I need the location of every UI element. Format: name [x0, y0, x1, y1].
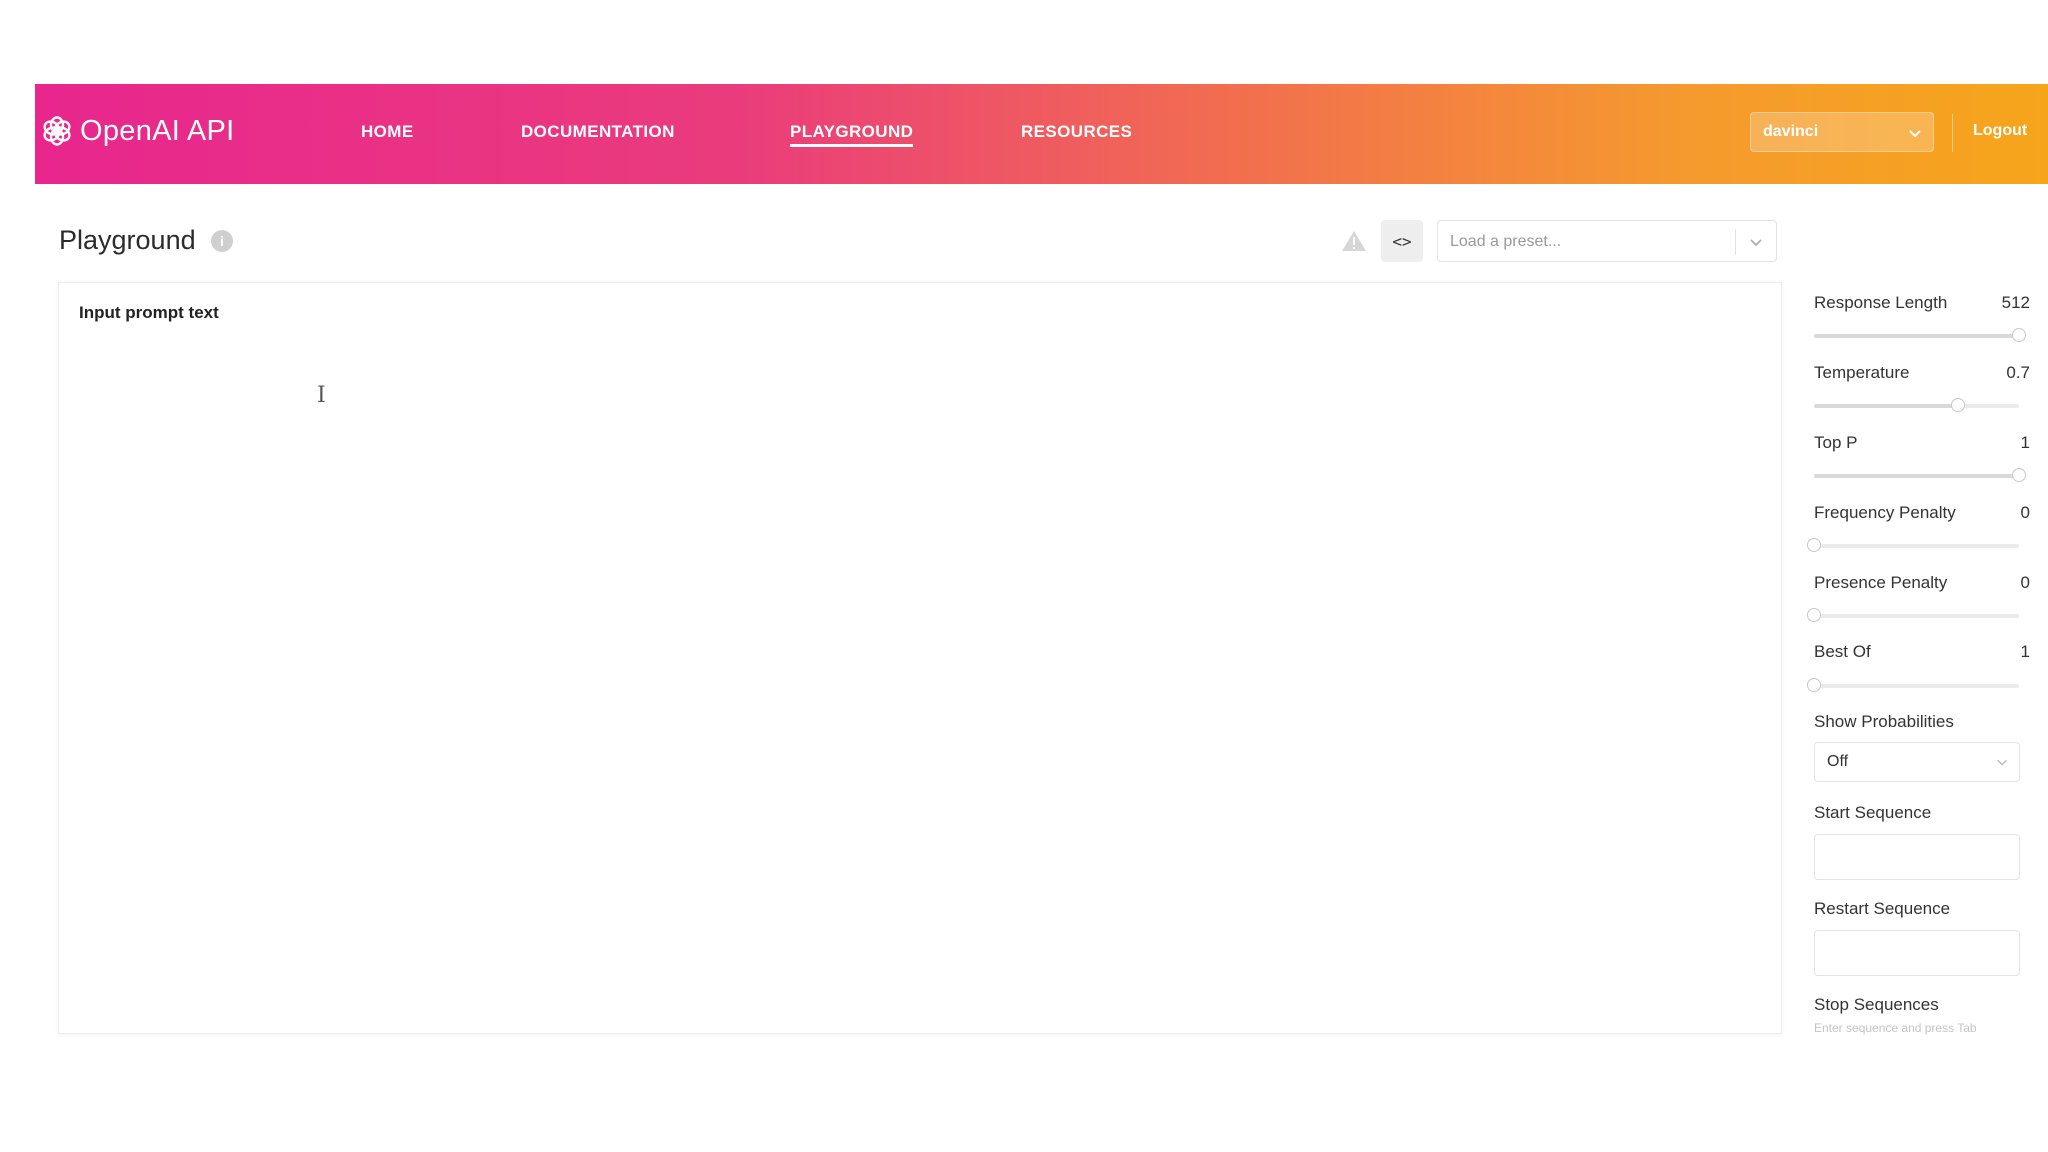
slider-handle[interactable]	[2012, 328, 2026, 342]
nav-documentation[interactable]: DOCUMENTATION	[521, 122, 675, 142]
prompt-editor[interactable]: Input prompt text I	[58, 282, 1782, 1034]
show-probabilities-select[interactable]: Off	[1814, 742, 2020, 782]
brand-name: OpenAI API	[80, 114, 235, 147]
slider-handle[interactable]	[2012, 468, 2026, 482]
preset-divider	[1735, 229, 1736, 255]
chevron-down-icon	[1750, 239, 1762, 247]
temperature-value: 0.7	[2006, 363, 2030, 382]
settings-panel: Response Length 512 Temperature 0.7 Top …	[1807, 0, 2030, 1152]
restart-sequence-label: Restart Sequence	[1814, 899, 1951, 918]
response-length-value: 512	[2001, 293, 2030, 312]
presence-penalty-value: 0	[2020, 573, 2030, 592]
presence-penalty-slider[interactable]	[1807, 608, 2019, 622]
restart-sequence-input[interactable]	[1814, 930, 2020, 976]
stop-sequences-hint: Enter sequence and press Tab	[1814, 1021, 1977, 1035]
slider-handle[interactable]	[1807, 538, 1821, 552]
view-code-button[interactable]: <>	[1381, 220, 1423, 262]
top-navigation-bar: OpenAI API HOME DOCUMENTATION PLAYGROUND…	[35, 84, 2048, 184]
frequency-penalty-value: 0	[2020, 503, 2030, 522]
slider-fill	[1814, 334, 2019, 338]
top-p-label: Top P	[1814, 433, 1858, 452]
temperature-label: Temperature	[1814, 363, 1910, 382]
frequency-penalty-label: Frequency Penalty	[1814, 503, 1956, 522]
preset-select[interactable]: Load a preset...	[1437, 220, 1777, 262]
stop-sequences-label: Stop Sequences	[1814, 995, 1939, 1014]
best-of-slider[interactable]	[1807, 678, 2019, 692]
slider-fill	[1814, 474, 2019, 478]
temperature-slider[interactable]	[1814, 398, 2019, 412]
frequency-penalty-slider[interactable]	[1807, 538, 2019, 552]
engine-value: davinci	[1763, 123, 1819, 140]
openai-logo[interactable]: OpenAI API	[40, 114, 235, 148]
start-sequence-input[interactable]	[1814, 834, 2020, 880]
nav-playground[interactable]: PLAYGROUND	[790, 122, 914, 147]
show-probabilities-label: Show Probabilities	[1814, 712, 1954, 731]
slider-handle[interactable]	[1950, 398, 1965, 412]
code-icon: <>	[1392, 231, 1412, 251]
info-icon[interactable]: i	[211, 230, 233, 252]
openai-knot-icon	[43, 116, 71, 146]
text-cursor-icon: I	[317, 383, 326, 408]
response-length-slider[interactable]	[1814, 328, 2026, 342]
best-of-value: 1	[2020, 642, 2030, 661]
nav-resources[interactable]: RESOURCES	[1021, 122, 1132, 142]
warning-icon[interactable]	[1341, 229, 1367, 253]
presence-penalty-label: Presence Penalty	[1814, 573, 1948, 592]
slider-handle[interactable]	[1807, 678, 1821, 692]
start-sequence-label: Start Sequence	[1814, 803, 1932, 822]
top-p-value: 1	[2020, 433, 2030, 452]
prompt-text: Input prompt text	[79, 303, 219, 322]
show-probabilities-value: Off	[1827, 753, 1849, 770]
slider-fill	[1814, 404, 1958, 408]
preset-placeholder: Load a preset...	[1450, 233, 1562, 250]
nav-home[interactable]: HOME	[361, 122, 414, 142]
chevron-down-icon	[1997, 759, 2007, 766]
slider-handle[interactable]	[1807, 608, 1821, 622]
best-of-label: Best Of	[1814, 642, 1871, 661]
page-title: Playground	[59, 225, 196, 255]
response-length-label: Response Length	[1814, 293, 1948, 312]
top-p-slider[interactable]	[1814, 468, 2026, 482]
